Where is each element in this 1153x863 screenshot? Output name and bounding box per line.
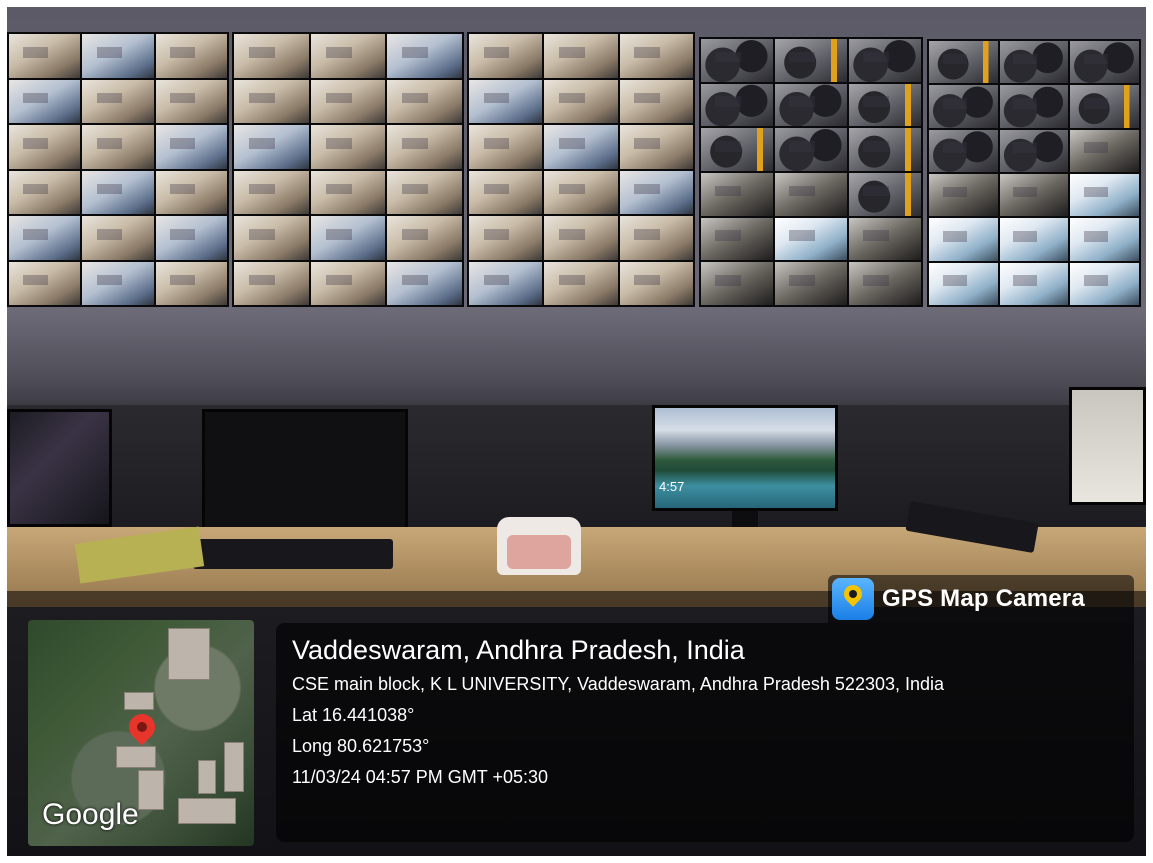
- longitude-line: Long 80.621753°: [292, 736, 430, 756]
- monitor-center-left: [202, 409, 408, 535]
- latitude-line: Lat 16.441038°: [292, 705, 415, 725]
- address-line: CSE main block, K L UNIVERSITY, Vaddeswa…: [292, 674, 945, 694]
- map-thumbnail: Google: [28, 620, 254, 846]
- keyboard-left: [193, 539, 393, 569]
- monitor-right: [1069, 387, 1146, 505]
- google-logo: Google: [42, 798, 139, 831]
- monitor-lockscreen: 4:57: [652, 405, 838, 511]
- cctv-bank-5: [927, 39, 1141, 307]
- lockscreen-clock: 4:57: [659, 479, 685, 494]
- gps-badge: GPS Map Camera: [828, 575, 1134, 623]
- cctv-bank-3: [467, 32, 695, 307]
- monitor-left: [7, 409, 112, 527]
- location-marker-icon: [123, 708, 161, 746]
- map-pin-icon: [832, 578, 874, 620]
- badge-label: GPS Map Camera: [882, 585, 1085, 612]
- cctv-bank-1: [7, 32, 229, 307]
- place-title: Vaddeswaram, Andhra Pradesh, India: [292, 635, 745, 665]
- cctv-bank-4: [699, 37, 923, 307]
- location-info-panel: Vaddeswaram, Andhra Pradesh, India CSE m…: [276, 623, 1134, 842]
- timestamp-line: 11/03/24 04:57 PM GMT +05:30: [292, 767, 548, 787]
- cctv-bank-2: [232, 32, 464, 307]
- desk-phone: [497, 517, 581, 575]
